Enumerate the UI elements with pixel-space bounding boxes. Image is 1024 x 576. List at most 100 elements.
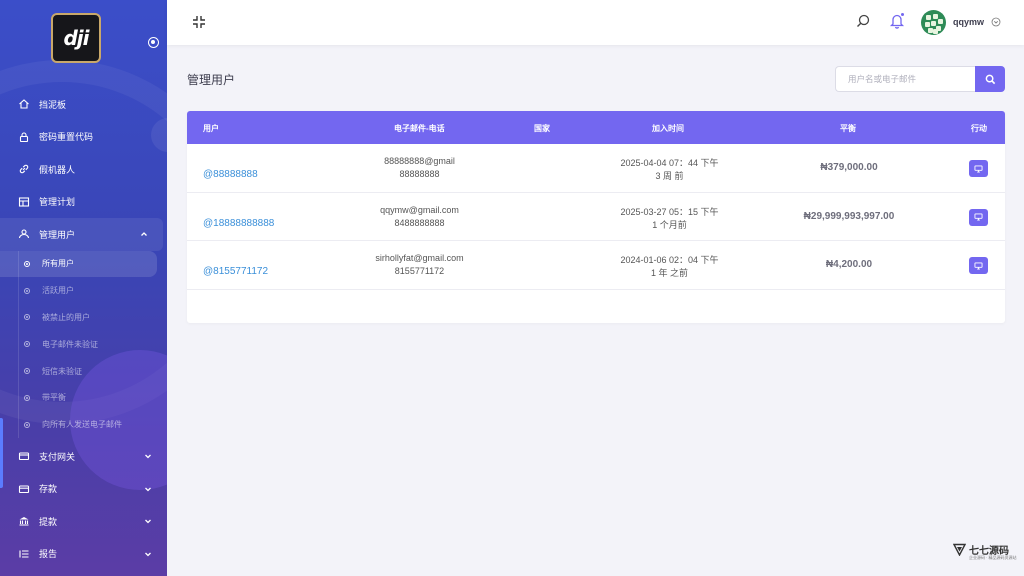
sidebar-item-label: 存款 xyxy=(39,484,58,495)
joined-date: 2025-04-04 07：44 下午 xyxy=(620,158,719,168)
sub-item-label: 短信未验证 xyxy=(42,366,82,376)
details-button[interactable] xyxy=(969,257,988,275)
sidebar-item-fake-robot[interactable]: 假机器人 xyxy=(0,153,167,186)
joined-date: 2024-01-06 02：04 下午 xyxy=(620,255,719,266)
user-balance: ₦4,200.00 xyxy=(825,259,873,271)
sub-item-label: 所有用户 xyxy=(42,259,74,269)
list-icon xyxy=(18,548,30,560)
col-email-phone: 电子邮件-电话 xyxy=(394,124,445,133)
chevron-up-icon xyxy=(141,232,147,236)
lock-icon xyxy=(18,131,30,143)
scroll-marker xyxy=(0,418,3,488)
search-button[interactable] xyxy=(975,66,1005,92)
wallet-icon xyxy=(18,483,30,495)
col-user: 用户 xyxy=(203,124,219,133)
circle-icon xyxy=(24,314,30,321)
search-bar xyxy=(835,66,1005,92)
user-link[interactable]: @88888888 xyxy=(203,169,258,180)
user-email: sirhollyfat@gmail.com xyxy=(375,253,464,264)
avatar[interactable] xyxy=(921,10,946,35)
fullscreen-exit-icon[interactable] xyxy=(191,14,207,30)
sidebar-item-password-reset[interactable]: 密码重置代码 xyxy=(0,121,167,154)
table-row: @88888888 88888888@gmail 88888888 2025-0… xyxy=(187,144,1005,193)
joined-ago: 1 年 之前 xyxy=(650,268,688,279)
user-phone: 8155771172 xyxy=(394,266,445,277)
sidebar-nav: 挡泥板 密码重置代码 假机器人 管理计划 管理用户 所有用户 活跃用户 被禁止的… xyxy=(0,88,167,570)
username[interactable]: qqymw xyxy=(953,17,984,27)
user-phone: 88888888 xyxy=(399,169,440,179)
watermark-subtext: 企业源码 · 精品源码资源站 xyxy=(969,555,1017,560)
sidebar-item-dashboard[interactable]: 挡泥板 xyxy=(0,88,167,121)
joined-ago: 3 周 前 xyxy=(655,171,684,181)
sub-item-label: 向所有人发送电子邮件 xyxy=(42,420,122,430)
sub-item-label: 电子邮件未验证 xyxy=(42,339,98,349)
circle-icon xyxy=(24,260,30,267)
user-balance: ₦29,999,993,997.00 xyxy=(803,210,895,222)
user-link[interactable]: @18888888888 xyxy=(203,218,274,229)
sidebar-sub-active-users[interactable]: 活跃用户 xyxy=(18,277,167,304)
sidebar-item-reports[interactable]: 报告 xyxy=(0,538,167,571)
table-row: @18888888888 qqymw@gmail.com 8488888888 … xyxy=(187,193,1005,242)
col-country: 国家 xyxy=(534,124,550,133)
table-row: @8155771172 sirhollyfat@gmail.com 815577… xyxy=(187,241,1005,291)
chevron-down-icon xyxy=(145,552,151,556)
manage-users-submenu: 所有用户 活跃用户 被禁止的用户 电子邮件未验证 短信未验证 带平衡 向所有人发… xyxy=(0,250,167,439)
user-email: 88888888@gmail xyxy=(384,156,455,166)
sidebar-item-deposits[interactable]: 存款 xyxy=(0,473,167,506)
sidebar-item-label: 报告 xyxy=(39,549,58,560)
col-joined: 加入时间 xyxy=(652,124,684,133)
sidebar-sub-sms-unverified[interactable]: 短信未验证 xyxy=(18,358,167,385)
circle-icon xyxy=(24,287,30,294)
sidebar-item-label: 假机器人 xyxy=(39,164,76,175)
sidebar-sub-banned-users[interactable]: 被禁止的用户 xyxy=(18,304,167,331)
page-title: 管理用户 xyxy=(187,73,236,87)
users-table-card: 用户 电子邮件-电话 国家 加入时间 平衡 行动 @88888888 88888… xyxy=(187,111,1005,323)
sidebar-sub-email-unverified[interactable]: 电子邮件未验证 xyxy=(18,331,167,358)
sidebar-item-manage-users[interactable]: 管理用户 xyxy=(0,218,163,251)
chevron-down-icon xyxy=(145,454,151,459)
user-balance: ₦379,000.00 xyxy=(820,162,878,173)
details-button[interactable] xyxy=(969,160,988,177)
col-action: 行动 xyxy=(971,124,987,133)
logo-text: dji xyxy=(63,26,89,50)
sidebar-sub-all-users[interactable]: 所有用户 xyxy=(0,250,157,278)
brand-logo[interactable]: dji xyxy=(51,13,101,63)
watermark-logo-icon xyxy=(953,543,966,556)
sidebar-item-withdrawals[interactable]: 提款 xyxy=(0,505,167,538)
search-icon xyxy=(985,74,995,84)
sidebar-sub-email-all[interactable]: 向所有人发送电子邮件 xyxy=(18,411,167,438)
circle-icon xyxy=(24,421,30,428)
sidebar-toggle-icon[interactable] xyxy=(148,37,159,48)
sidebar-item-label: 密码重置代码 xyxy=(39,132,94,143)
sub-item-label: 活跃用户 xyxy=(42,286,74,296)
sidebar-sub-with-balance[interactable]: 带平衡 xyxy=(18,384,167,411)
user-email: qqymw@gmail.com xyxy=(380,204,459,215)
grid-icon xyxy=(18,196,30,208)
circle-icon xyxy=(24,394,30,401)
topbar: qqymw xyxy=(167,0,1024,45)
joined-date: 2025-03-27 05：15 下午 xyxy=(620,206,719,217)
desktop-icon xyxy=(974,213,983,221)
chevron-down-icon xyxy=(145,487,151,491)
user-link[interactable]: @8155771172 xyxy=(203,266,268,277)
joined-ago: 1 个月前 xyxy=(652,219,687,230)
search-input[interactable] xyxy=(835,66,975,92)
sub-item-label: 带平衡 xyxy=(42,393,66,403)
sidebar-item-manage-plans[interactable]: 管理计划 xyxy=(0,186,167,219)
circle-icon xyxy=(24,368,30,375)
chevron-down-circle-icon[interactable] xyxy=(991,17,1001,27)
watermark: 七七源码 企业源码 · 精品源码资源站 xyxy=(953,542,1017,560)
table-header: 用户 电子邮件-电话 国家 加入时间 平衡 行动 xyxy=(187,111,1005,144)
sidebar-item-label: 挡泥板 xyxy=(39,99,67,110)
notification-bell-icon[interactable] xyxy=(889,12,905,29)
sidebar: dji 挡泥板 密码重置代码 假机器人 管理计划 管理用户 所有用户 活跃用户 … xyxy=(0,0,167,576)
sidebar-item-payment-gateways[interactable]: 支付网关 xyxy=(0,440,167,473)
bank-icon xyxy=(18,515,30,527)
notification-dot xyxy=(900,12,905,17)
sidebar-item-label: 管理计划 xyxy=(39,197,76,208)
details-button[interactable] xyxy=(969,208,988,226)
search-icon[interactable] xyxy=(855,13,871,29)
home-icon xyxy=(18,98,30,110)
sidebar-item-label: 管理用户 xyxy=(39,229,76,240)
chevron-down-icon xyxy=(145,519,151,524)
